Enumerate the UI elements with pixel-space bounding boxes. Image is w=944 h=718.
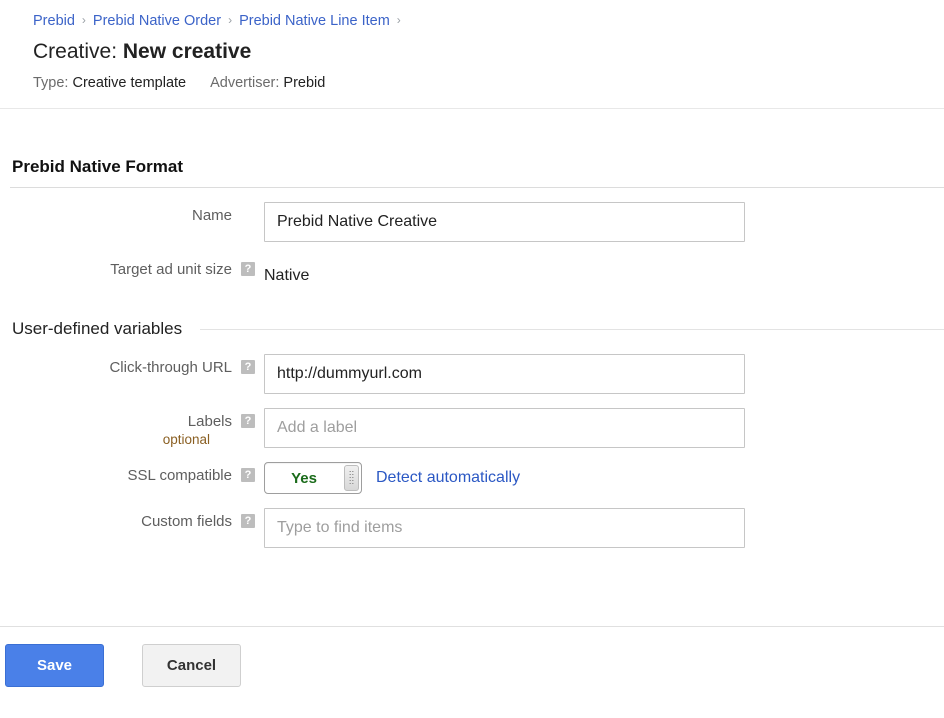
- meta-advertiser-key: Advertiser:: [210, 75, 279, 91]
- detect-automatically-link[interactable]: Detect automatically: [376, 469, 520, 487]
- form-row-labels: Labels optional ?: [0, 408, 944, 448]
- help-icon-target-ad-unit-size[interactable]: ?: [241, 262, 255, 276]
- ssl-compatible-toggle[interactable]: Yes: [264, 462, 362, 494]
- help-slot-click-through-url: ?: [232, 354, 264, 374]
- field-ssl-compatible: Yes Detect automatically: [264, 462, 944, 494]
- page-meta: Type:Creative template Advertiser:Prebid: [0, 74, 944, 92]
- meta-type-key: Type:: [33, 75, 68, 91]
- label-labels-text: Labels: [188, 413, 232, 430]
- help-icon-ssl-compatible[interactable]: ?: [241, 468, 255, 482]
- label-name-text: Name: [192, 207, 232, 224]
- label-custom-fields: Custom fields: [0, 508, 232, 531]
- help-icon-labels[interactable]: ?: [241, 414, 255, 428]
- custom-fields-input[interactable]: [264, 508, 745, 548]
- breadcrumb-separator-3: ›: [390, 13, 408, 27]
- form-actions: Save Cancel: [0, 644, 241, 687]
- help-icon-custom-fields[interactable]: ?: [241, 514, 255, 528]
- creative-form: Prebid Native Format Name Target ad unit…: [0, 109, 944, 548]
- form-row-ssl-compatible: SSL compatible ? Yes Detect automaticall…: [0, 462, 944, 494]
- page-title-label: Creative:: [33, 40, 117, 63]
- breadcrumb-item-prebid-native-order[interactable]: Prebid Native Order: [93, 13, 221, 29]
- breadcrumb-item-prebid[interactable]: Prebid: [33, 13, 75, 29]
- page-title-value: New creative: [123, 40, 251, 63]
- field-click-through-url: [264, 354, 944, 394]
- user-defined-variables-divider: [200, 329, 944, 330]
- breadcrumb-separator-2: ›: [221, 13, 239, 27]
- breadcrumb-item-prebid-native-line-item[interactable]: Prebid Native Line Item: [239, 13, 390, 29]
- field-target-ad-unit-size: Native: [264, 256, 944, 296]
- ssl-compatible-control: Yes Detect automatically: [264, 462, 944, 494]
- meta-advertiser-value: Prebid: [283, 75, 325, 91]
- label-ssl-compatible: SSL compatible: [0, 462, 232, 485]
- labels-input[interactable]: [264, 408, 745, 448]
- field-custom-fields: [264, 508, 944, 548]
- user-defined-variables-title: User-defined variables: [0, 318, 182, 340]
- cancel-button[interactable]: Cancel: [142, 644, 241, 687]
- grip-dots-icon: [349, 470, 354, 486]
- user-defined-variables-header: User-defined variables: [0, 318, 944, 340]
- name-input[interactable]: [264, 202, 745, 242]
- meta-type-value: Creative template: [72, 75, 186, 91]
- help-slot-name: [232, 202, 264, 208]
- label-click-through-url: Click-through URL: [0, 354, 232, 377]
- form-row-click-through-url: Click-through URL ?: [0, 354, 944, 394]
- breadcrumb-separator-1: ›: [75, 13, 93, 27]
- breadcrumb: Prebid›Prebid Native Order›Prebid Native…: [0, 12, 944, 30]
- page-header: Prebid›Prebid Native Order›Prebid Native…: [0, 0, 944, 109]
- label-target-ad-unit-size-text: Target ad unit size: [110, 261, 232, 278]
- section-divider: [10, 187, 944, 188]
- toggle-grip-handle[interactable]: [344, 465, 359, 491]
- save-button[interactable]: Save: [5, 644, 104, 687]
- help-slot-target-ad-unit-size: ?: [232, 256, 264, 276]
- form-row-name: Name: [0, 202, 944, 242]
- form-row-custom-fields: Custom fields ?: [0, 508, 944, 548]
- label-click-through-url-text: Click-through URL: [109, 359, 232, 376]
- click-through-url-input[interactable]: [264, 354, 745, 394]
- field-labels: [264, 408, 944, 448]
- section-title-prebid-native-format: Prebid Native Format: [0, 157, 944, 177]
- ssl-compatible-toggle-value: Yes: [265, 470, 343, 487]
- field-name: [264, 202, 944, 242]
- form-row-target-ad-unit-size: Target ad unit size ? Native: [0, 256, 944, 296]
- label-ssl-compatible-text: SSL compatible: [127, 467, 232, 484]
- help-icon-click-through-url[interactable]: ?: [241, 360, 255, 374]
- page-title: Creative: New creative: [0, 39, 944, 64]
- help-slot-custom-fields: ?: [232, 508, 264, 528]
- help-slot-ssl-compatible: ?: [232, 462, 264, 482]
- label-labels-optional: optional: [0, 432, 232, 448]
- footer-divider: [0, 626, 944, 627]
- target-ad-unit-size-value: Native: [264, 256, 944, 296]
- label-labels: Labels optional: [0, 408, 232, 448]
- label-custom-fields-text: Custom fields: [141, 513, 232, 530]
- help-slot-labels: ?: [232, 408, 264, 428]
- label-target-ad-unit-size: Target ad unit size: [0, 256, 232, 279]
- label-name: Name: [0, 202, 232, 225]
